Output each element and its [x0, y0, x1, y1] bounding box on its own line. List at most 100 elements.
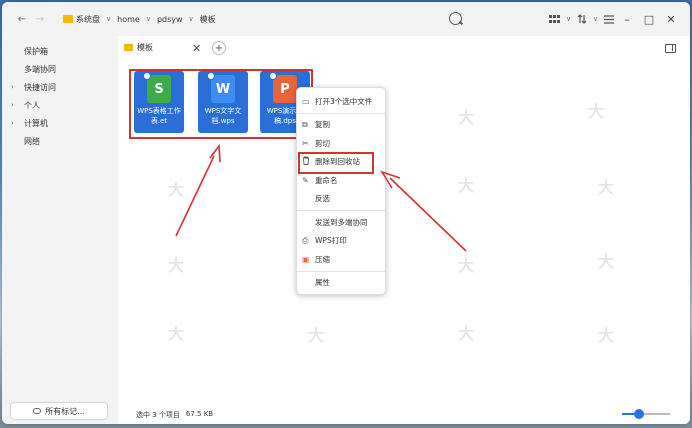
menu-item-properties[interactable]: 属性 — [297, 274, 385, 293]
close-button[interactable]: ✕ — [662, 13, 680, 26]
file-item-wps-et[interactable]: S WPS表格工作表.et — [134, 71, 184, 133]
menu-item-label: WPS打印 — [315, 236, 347, 246]
menu-item-open-selected[interactable]: ▭ 打开3个选中文件 — [297, 92, 385, 111]
selection-size: 67.5 KB — [185, 410, 214, 418]
status-text: 选中 3 个项目 67.5 KB — [136, 410, 213, 420]
copy-icon: ⧉ — [302, 119, 308, 129]
file-glyph: P — [280, 81, 290, 97]
watermark: 大 — [308, 326, 325, 345]
toolbar-right: ∨ ∨ – □ ✕ — [549, 11, 680, 27]
sidebar-item-label: 计算机 — [24, 118, 48, 128]
context-menu: ▭ 打开3个选中文件 ⧉ 复制 ✂ 剪切 删除到回收站 ✎ 重命名 反选 发送到… — [296, 87, 386, 295]
watermark: 大 — [458, 176, 475, 195]
minimize-button[interactable]: – — [618, 13, 636, 26]
sidebar-item-quick-access[interactable]: › 快捷访问 — [2, 78, 118, 96]
breadcrumb-item-home[interactable]: home — [114, 15, 143, 24]
maximize-button[interactable]: □ — [640, 13, 658, 26]
chevron-right-icon[interactable]: › — [11, 101, 14, 109]
sidebar-item-label: 多端协同 — [24, 64, 56, 74]
file-name: WPS文字文档.wps — [204, 107, 242, 125]
breadcrumb-item-system-disk[interactable]: 系统盘 — [60, 14, 103, 25]
menu-item-wps-print[interactable]: ⎙ WPS打印 — [297, 232, 385, 251]
tab-label: 模板 — [137, 43, 153, 52]
back-button[interactable]: ← — [14, 11, 30, 27]
sidebar-item-computer[interactable]: › 计算机 — [2, 114, 118, 132]
all-tags-label: 所有标记... — [45, 406, 85, 416]
watermark: 大 — [458, 324, 475, 343]
sidebar-item-label: 网络 — [24, 136, 40, 146]
menu-item-label: 重命名 — [315, 175, 338, 185]
chevron-down-icon[interactable]: ∨ — [186, 15, 197, 23]
watermark: 大 — [168, 256, 185, 275]
menu-item-invert-selection[interactable]: 反选 — [297, 190, 385, 209]
grid-view-icon[interactable] — [549, 11, 560, 27]
sidebar-item-personal[interactable]: › 个人 — [2, 96, 118, 114]
cut-icon: ✂ — [302, 138, 309, 148]
chevron-right-icon[interactable]: › — [11, 119, 14, 127]
forward-button[interactable]: → — [32, 11, 48, 27]
cloud-badge-icon — [269, 72, 277, 80]
breadcrumb-item-current[interactable]: 模板 — [197, 14, 219, 25]
compress-icon: ▣ — [302, 254, 310, 264]
file-glyph: S — [154, 81, 164, 97]
menu-item-label: 发送到多端协同 — [315, 217, 368, 227]
file-glyph: W — [215, 81, 231, 97]
title-bar: ← → 系统盘 ∨ home ∨ pdsyw ∨ 模板 ∨ ∨ – □ ✕ — [2, 2, 690, 36]
menu-icon[interactable] — [604, 11, 614, 27]
watermark: 大 — [598, 178, 615, 197]
menu-item-label: 属性 — [315, 278, 330, 288]
sidebar-item-network[interactable]: 网络 — [2, 132, 118, 150]
file-view[interactable]: 大 大 大 大 大 大 大 大 大 大 大 大 大 大 大 大 S WPS表格工… — [118, 64, 690, 404]
menu-item-label: 打开3个选中文件 — [315, 96, 373, 106]
status-bar: 选中 3 个项目 67.5 KB — [118, 404, 690, 424]
sort-icon[interactable] — [577, 11, 587, 27]
breadcrumb-label: 系统盘 — [76, 14, 100, 24]
menu-item-compress[interactable]: ▣ 压缩 — [297, 250, 385, 269]
sidebar-item-label: 保护箱 — [24, 46, 48, 56]
sidebar-item-multi-device[interactable]: 多端协同 — [2, 60, 118, 78]
wps-spreadsheet-icon: S — [143, 72, 171, 103]
add-tab-button[interactable]: + — [212, 41, 226, 55]
watermark: 大 — [458, 256, 475, 275]
menu-divider — [297, 112, 385, 114]
cloud-badge-icon — [207, 72, 215, 80]
watermark: 大 — [598, 252, 615, 271]
watermark: 大 — [168, 180, 185, 199]
chevron-down-icon[interactable]: ∨ — [143, 15, 154, 23]
tab-templates[interactable]: 模板 — [124, 42, 153, 53]
sidebar-item-label: 个人 — [24, 100, 40, 110]
file-item-wps-wps[interactable]: W WPS文字文档.wps — [198, 71, 248, 133]
chevron-down-icon[interactable]: ∨ — [564, 15, 573, 23]
menu-item-send-to-multi-device[interactable]: 发送到多端协同 — [297, 213, 385, 232]
breadcrumb: 系统盘 ∨ home ∨ pdsyw ∨ 模板 — [60, 9, 219, 29]
folder-icon — [63, 15, 73, 23]
chevron-right-icon[interactable]: › — [11, 83, 14, 91]
folder-open-icon: ▭ — [302, 96, 310, 106]
print-icon: ⎙ — [302, 235, 309, 245]
breadcrumb-item-user[interactable]: pdsyw — [154, 15, 186, 24]
search-icon[interactable] — [449, 12, 462, 25]
menu-divider — [297, 270, 385, 272]
file-name: WPS表格工作表.et — [137, 107, 181, 125]
watermark: 大 — [588, 102, 605, 121]
zoom-slider-handle[interactable] — [634, 409, 644, 419]
menu-divider — [297, 210, 385, 211]
watermark: 大 — [598, 326, 615, 345]
chevron-down-icon[interactable]: ∨ — [591, 15, 600, 23]
tab-bar: 模板 ✕ + — [118, 36, 690, 64]
wps-writer-icon: W — [207, 72, 235, 103]
menu-item-cut[interactable]: ✂ 剪切 — [297, 134, 385, 153]
menu-item-copy[interactable]: ⧉ 复制 — [297, 116, 385, 135]
sidebar: 保护箱 多端协同 › 快捷访问 › 个人 › 计算机 网络 所有标记... — [2, 36, 118, 424]
all-tags-button[interactable]: 所有标记... — [10, 402, 108, 420]
sidebar-item-safe-box[interactable]: 保护箱 — [2, 42, 118, 60]
rename-icon: ✎ — [302, 175, 309, 185]
side-panel-icon[interactable] — [665, 44, 676, 53]
menu-item-label: 反选 — [315, 194, 330, 204]
chevron-down-icon[interactable]: ∨ — [103, 15, 114, 23]
menu-item-label: 剪切 — [315, 138, 330, 148]
tab-close-button[interactable]: ✕ — [192, 42, 201, 55]
cloud-badge-icon — [143, 72, 151, 80]
watermark: 大 — [168, 324, 185, 343]
folder-icon — [124, 44, 133, 51]
